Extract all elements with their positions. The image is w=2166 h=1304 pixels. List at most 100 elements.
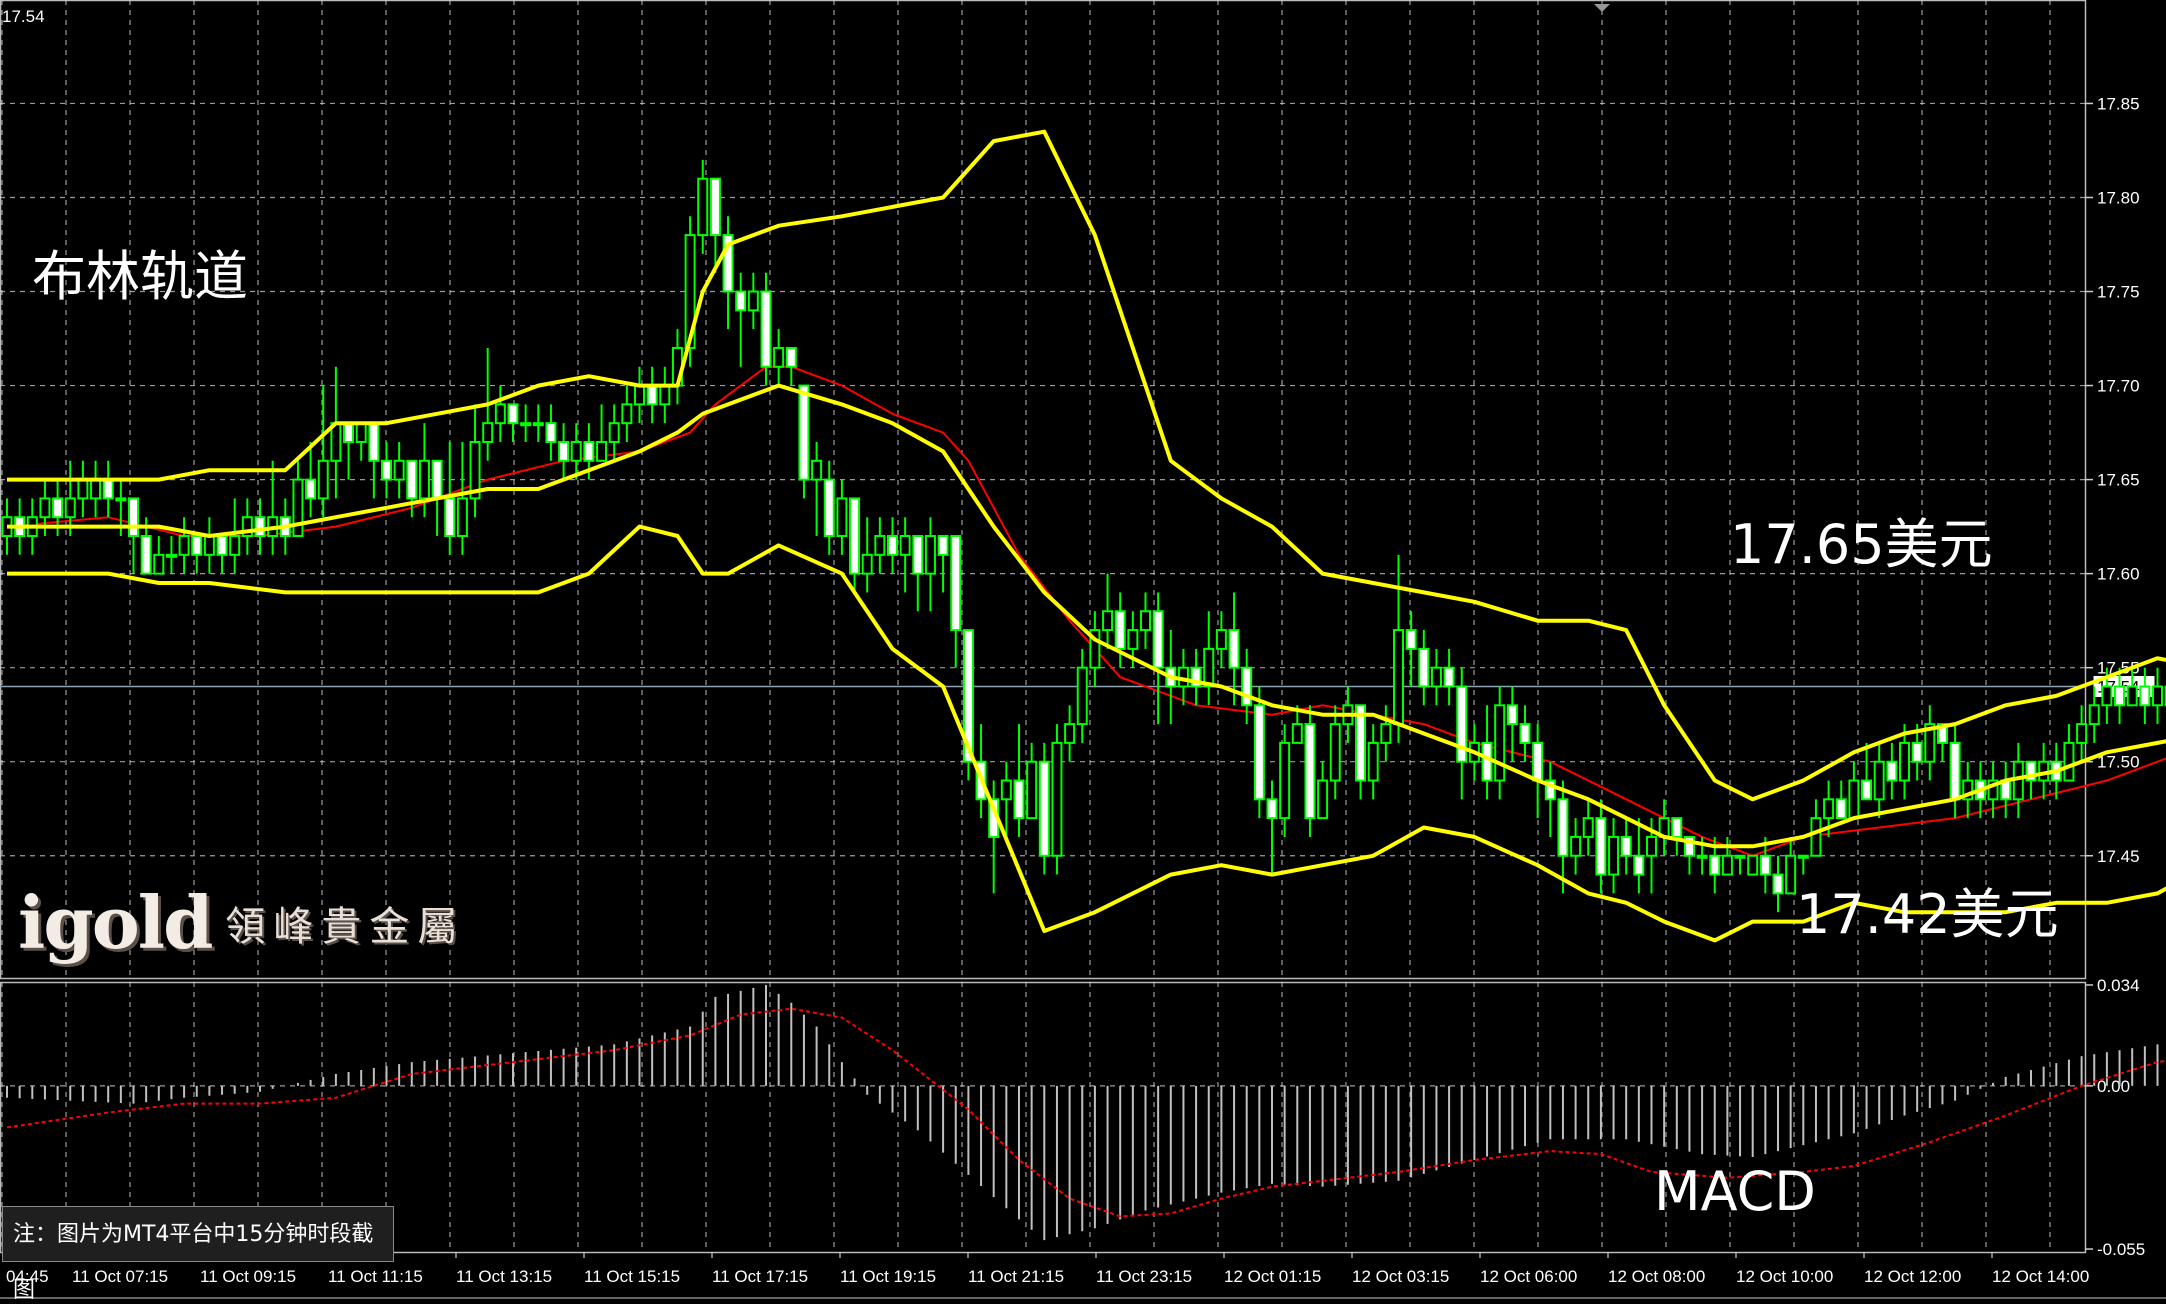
macd-tick-label: -0.055	[2097, 1240, 2145, 1259]
candle-body-bull	[355, 422, 367, 443]
candle-body-bull	[1064, 723, 1076, 744]
candle-body-bear	[1709, 854, 1721, 876]
candle-body-bull	[659, 384, 671, 406]
candle-body-bull	[90, 478, 102, 500]
time-tick-label: 12 Oct 14:00	[1992, 1267, 2089, 1286]
candle-body-bear	[368, 422, 380, 462]
candle-body-bear	[2114, 685, 2126, 707]
candle-body-bear	[1835, 798, 1847, 820]
candle-body-bear	[140, 535, 152, 575]
time-tick-label: 11 Oct 19:15	[840, 1267, 936, 1286]
candle-body-bull	[1393, 629, 1404, 726]
candle-body-bull	[317, 459, 329, 500]
candle-body-bear	[507, 403, 519, 425]
candle-body-bull	[64, 497, 76, 519]
candle-body-bear	[1671, 817, 1683, 838]
candle-body-bear	[823, 478, 835, 538]
bollinger-title: 布林轨道	[32, 245, 248, 308]
candle-body-bear	[887, 535, 898, 556]
candle-body-bull	[1026, 760, 1038, 820]
candle-body-bull	[1367, 741, 1379, 782]
shift-marker-icon	[1594, 4, 1610, 12]
time-tick-label: 12 Oct 10:00	[1736, 1267, 1833, 1286]
candle-body-bear	[1418, 647, 1430, 688]
candle-body-bull	[1646, 835, 1657, 857]
candle-body-bull	[570, 440, 582, 462]
candle-body-bear	[191, 535, 203, 556]
candle-body-bear	[1759, 854, 1771, 876]
candle-body-bull	[1608, 835, 1620, 876]
candle-body-bear	[1861, 779, 1873, 801]
candle-body-bull	[1570, 835, 1582, 857]
candle-body-bear	[102, 478, 114, 500]
candle-body-bull	[811, 459, 823, 481]
candle-body-bear	[1228, 629, 1240, 669]
candle-body-bull	[1317, 779, 1329, 820]
candle-body-bull	[1076, 666, 1088, 726]
candle-body-bull	[2088, 704, 2100, 726]
time-tick-label: 12 Oct 08:00	[1608, 1267, 1705, 1286]
price-tick-label: 17.60	[2097, 565, 2140, 584]
candle-body-bear	[1519, 723, 1531, 744]
candle-body-bull	[1494, 704, 1506, 782]
candle-body-bull	[1329, 723, 1341, 782]
candle-body-bull	[2126, 685, 2138, 707]
candle-body-bear	[1557, 798, 1569, 857]
candle-body-bull	[2063, 741, 2075, 782]
candle-body-bull	[1734, 854, 1746, 859]
price-tick-label: 17.85	[2097, 94, 2140, 113]
candle-body-bull	[1127, 629, 1139, 650]
price-tick-label: 17.80	[2097, 188, 2140, 207]
candle-body-bull	[1823, 798, 1835, 820]
igold-logo: igold 領峰貴金屬	[18, 880, 465, 965]
candle-body-bull	[634, 384, 645, 406]
candle-body-bull	[494, 403, 506, 425]
time-tick-label: 12 Oct 06:00	[1480, 1267, 1577, 1286]
candle-body-bull	[1873, 760, 1885, 801]
candle-body-bull	[1848, 779, 1860, 820]
candle-body-bear	[760, 290, 772, 368]
candle-body-bear	[216, 535, 228, 556]
candle-body-bear	[583, 440, 595, 462]
candle-body-bull	[165, 553, 177, 558]
candle-body-bear	[1595, 817, 1607, 876]
candle-body-bear	[545, 422, 557, 443]
candle-body-bull	[77, 478, 89, 500]
candle-body-bear	[1152, 610, 1164, 669]
candle-body-bull	[1203, 647, 1215, 688]
candle-body-bull	[1721, 854, 1733, 876]
candle-body-bear	[785, 346, 797, 368]
candle-body-bull	[608, 422, 620, 443]
candle-body-bear	[1506, 704, 1518, 726]
candle-body-bear	[1886, 760, 1898, 782]
candle-body-bear	[709, 177, 721, 237]
candle-body-bear	[1911, 741, 1923, 763]
candle-body-bear	[735, 290, 747, 312]
candle-body-bull	[1582, 817, 1594, 838]
candle-body-bear	[1620, 835, 1632, 857]
candle-body-bear	[558, 440, 570, 462]
candle-body-bull	[532, 422, 544, 427]
time-tick-label: 11 Oct 23:15	[1096, 1267, 1192, 1286]
chart-canvas[interactable]: 17.4517.5017.5517.6017.6517.7017.7517.80…	[0, 0, 2166, 1304]
candle-body-bull	[115, 497, 127, 502]
candle-body-bear	[1013, 779, 1025, 820]
candle-body-bull	[2076, 723, 2088, 744]
candle-body-bear	[1949, 741, 1961, 801]
candle-body-bull	[229, 535, 241, 556]
candle-body-bull	[861, 553, 873, 575]
candle-body-bear	[1241, 666, 1253, 707]
candle-body-bear	[444, 497, 456, 538]
mt4-chart-window: 17.45 17.50 17.55 17.60 17.65 17.70 17.75 17.80…	[0, 0, 2166, 1304]
candle-body-bull	[596, 440, 608, 462]
logo-sub-text: 領峰貴金屬	[225, 904, 466, 950]
candle-body-bull	[899, 535, 911, 556]
candle-body-bull	[1797, 854, 1809, 859]
candle-body-bear	[431, 459, 443, 500]
time-tick-label: 11 Oct 17:15	[712, 1267, 808, 1286]
macd-label: MACD	[1654, 1160, 1816, 1223]
candle-body-bear	[912, 535, 924, 575]
candle-body-bull	[1140, 610, 1151, 632]
candle-body-bull	[1291, 723, 1303, 744]
candle-body-bull	[1810, 817, 1822, 857]
